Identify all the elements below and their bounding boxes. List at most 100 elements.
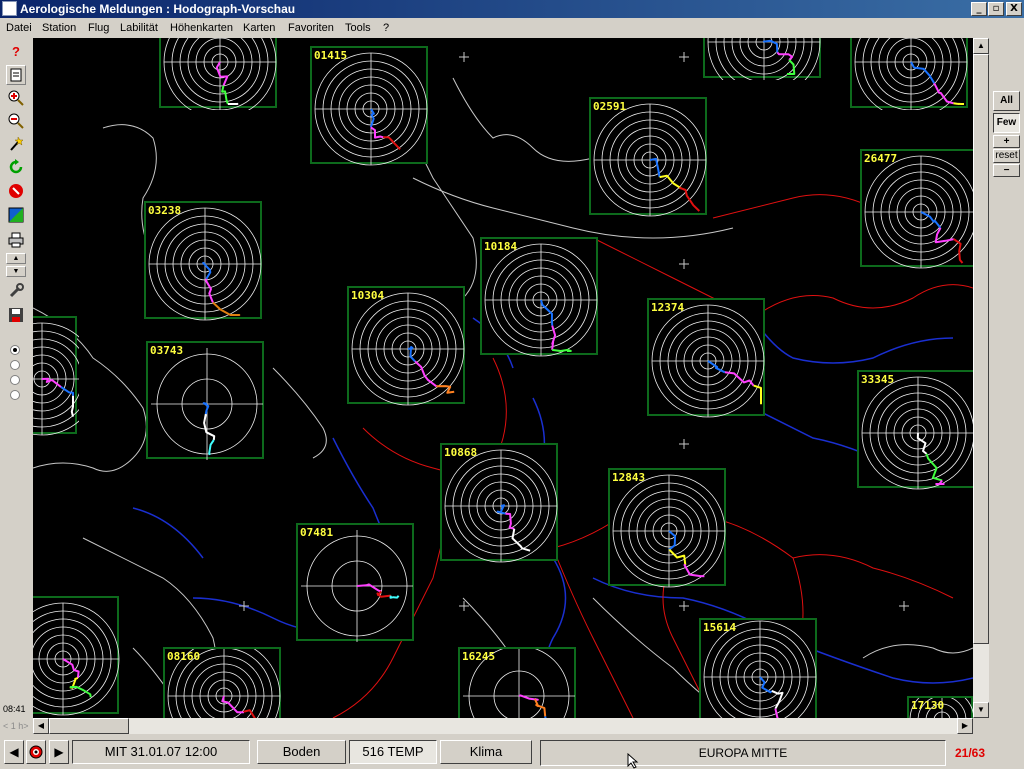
- horizontal-scroll-thumb[interactable]: [49, 718, 129, 734]
- scroll-right-button[interactable]: ▶: [957, 718, 973, 734]
- station-hodograph[interactable]: 03743: [146, 341, 264, 460]
- hodograph-axes: [33, 603, 119, 715]
- station-hodograph[interactable]: 08160: [163, 647, 281, 718]
- hodograph-trace: [389, 595, 400, 599]
- menu-help[interactable]: ?: [383, 22, 389, 34]
- hodograph-plot: [33, 322, 79, 436]
- menu-bar: Datei Station Flug Labilität Höhenkarten…: [0, 18, 1024, 38]
- menu-flug[interactable]: Flug: [88, 22, 109, 34]
- scroll-left-button[interactable]: ◀: [33, 718, 49, 734]
- hodograph-trace: [496, 504, 506, 515]
- zoom-plus-button[interactable]: +: [993, 135, 1020, 148]
- station-hodograph[interactable]: [850, 38, 968, 110]
- time-range-label: < 1 h>: [3, 721, 29, 731]
- target-button[interactable]: [26, 740, 46, 764]
- station-hodograph[interactable]: 12374: [647, 298, 765, 418]
- next-button[interactable]: ▶: [49, 740, 69, 764]
- station-hodograph[interactable]: 15614: [699, 618, 817, 718]
- save-icon[interactable]: [6, 305, 26, 325]
- station-id: 07481: [300, 526, 334, 539]
- hodograph-trace: [659, 174, 682, 190]
- station-id: 10184: [484, 240, 518, 253]
- print-icon[interactable]: [6, 230, 26, 250]
- hodograph-trace: [376, 590, 391, 598]
- close-button[interactable]: X: [1006, 2, 1022, 16]
- minimize-button[interactable]: _: [971, 2, 987, 16]
- hodograph-trace: [933, 82, 954, 105]
- zoom-in-icon[interactable]: [6, 88, 26, 108]
- menu-karten[interactable]: Karten: [243, 22, 275, 34]
- hodograph-trace: [511, 528, 531, 552]
- scroll-up-button[interactable]: ▲: [973, 38, 989, 54]
- menu-hoehenkarten[interactable]: Höhenkarten: [170, 22, 233, 34]
- station-hodograph[interactable]: 01415: [310, 46, 428, 166]
- station-hodograph[interactable]: 33345: [857, 370, 973, 490]
- hodograph-trace: [935, 479, 945, 485]
- scroll-up-icon[interactable]: ▲: [6, 253, 26, 264]
- station-hodograph[interactable]: 10868: [440, 443, 558, 563]
- scroll-down-icon[interactable]: ▼: [6, 266, 26, 277]
- zoom-minus-button[interactable]: −: [993, 164, 1020, 177]
- all-button[interactable]: All: [993, 91, 1020, 111]
- vertical-scrollbar[interactable]: ▲ ▼: [973, 38, 989, 718]
- refresh-icon[interactable]: [6, 157, 26, 177]
- reset-button[interactable]: reset: [993, 149, 1020, 163]
- station-id: 01415: [314, 49, 348, 62]
- mouse-cursor-icon: [627, 753, 639, 769]
- temp-button[interactable]: 516 TEMP: [349, 740, 437, 764]
- radio-option-1[interactable]: [10, 345, 20, 355]
- hodograph-axes: [33, 323, 79, 435]
- station-hodograph[interactable]: [159, 38, 277, 110]
- hodograph-trace: [356, 583, 382, 593]
- hodograph-trace: [208, 439, 215, 456]
- station-hodograph[interactable]: 26477: [860, 149, 973, 269]
- scroll-down-button[interactable]: ▼: [973, 702, 989, 718]
- wand-icon[interactable]: [6, 134, 26, 154]
- wrench-icon[interactable]: [6, 281, 26, 301]
- menu-labilitaet[interactable]: Labilität: [120, 22, 158, 34]
- station-id: 12374: [651, 301, 685, 314]
- hodograph-trace: [227, 102, 239, 105]
- station-hodograph[interactable]: 17130: [907, 696, 973, 718]
- vertical-scroll-thumb[interactable]: [973, 54, 989, 644]
- maximize-button[interactable]: ▫: [988, 2, 1004, 16]
- boden-button[interactable]: Boden: [257, 740, 346, 764]
- zoom-out-icon[interactable]: [6, 111, 26, 131]
- station-hodograph[interactable]: [33, 316, 79, 436]
- hodograph-trace: [724, 371, 755, 387]
- klima-button[interactable]: Klima: [440, 740, 532, 764]
- station-hodograph[interactable]: 16245: [458, 647, 576, 718]
- hodograph-plot: [703, 620, 817, 718]
- few-button[interactable]: Few: [993, 113, 1020, 133]
- stop-icon[interactable]: [6, 181, 26, 201]
- radio-option-4[interactable]: [10, 390, 20, 400]
- menu-station[interactable]: Station: [42, 22, 76, 34]
- hodograph-plot: [854, 38, 968, 110]
- hodograph-plot: [484, 243, 598, 357]
- station-hodograph[interactable]: 10184: [480, 237, 598, 357]
- station-hodograph[interactable]: [703, 38, 821, 80]
- hodograph-plot: [351, 292, 465, 406]
- horizontal-scrollbar[interactable]: ◀ ▶: [33, 718, 973, 734]
- radio-option-2[interactable]: [10, 360, 20, 370]
- menu-tools[interactable]: Tools: [345, 22, 371, 34]
- left-toolbar: ? ▲ ▼: [0, 38, 33, 718]
- radio-option-3[interactable]: [10, 375, 20, 385]
- station-hodograph[interactable]: 10304: [347, 286, 465, 406]
- title-bar: Aerologische Meldungen : Hodograph-Vorsc…: [0, 0, 1024, 18]
- document-icon[interactable]: [6, 65, 26, 85]
- app-icon: [2, 1, 17, 16]
- menu-datei[interactable]: Datei: [6, 22, 32, 34]
- previous-button[interactable]: ◀: [4, 740, 24, 764]
- hodograph-trace: [707, 360, 726, 374]
- menu-favoriten[interactable]: Favoriten: [288, 22, 334, 34]
- help-icon[interactable]: ?: [6, 41, 26, 61]
- hodograph-map[interactable]: 01415 02591 26477 03238 10184 10304 12374 03743…: [33, 38, 973, 718]
- station-hodograph[interactable]: 07481: [296, 523, 414, 642]
- window-title: Aerologische Meldungen : Hodograph-Vorsc…: [20, 2, 296, 16]
- chart-icon[interactable]: [6, 205, 26, 225]
- station-hodograph[interactable]: 12843: [608, 468, 726, 588]
- station-hodograph[interactable]: 02591: [589, 97, 707, 217]
- station-hodograph[interactable]: 03238: [144, 201, 262, 321]
- station-hodograph[interactable]: 1: [33, 596, 120, 716]
